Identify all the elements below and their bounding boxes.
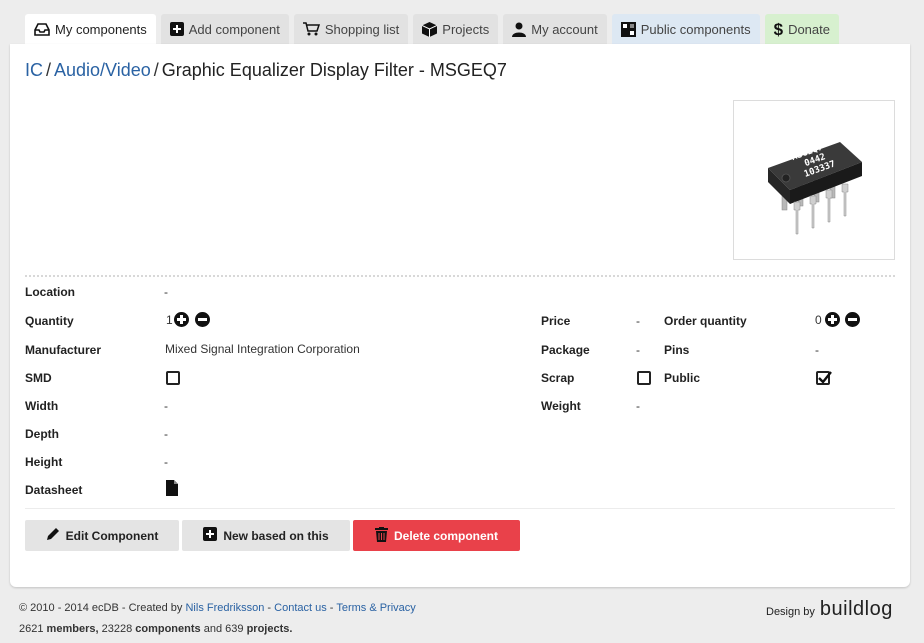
tab-projects[interactable]: Projects [413, 14, 499, 44]
tab-add-component[interactable]: Add component [160, 14, 289, 44]
button-label: Delete component [393, 528, 498, 543]
manufacturer-label: Manufacturer [25, 343, 102, 357]
order-quantity-increase-icon[interactable] [825, 312, 840, 327]
public-checkbox[interactable] [816, 371, 832, 385]
members-label: members, [46, 623, 99, 635]
pins-value: - [815, 343, 819, 357]
page-title: Graphic Equalizer Display Filter - MSGEQ… [161, 60, 507, 80]
contact-link[interactable]: Contact us [274, 602, 327, 614]
design-credit: Design by buildlog [766, 598, 893, 621]
depth-label: Depth [25, 427, 59, 441]
quantity-label: Quantity [25, 314, 74, 328]
button-label: New based on this [223, 528, 329, 543]
footer-stats: 2621 members, 23228 components and 639 p… [19, 623, 292, 635]
component-card: IC / Audio/Video / Graphic Equalizer Display… [10, 44, 910, 587]
smd-checkbox[interactable] [166, 371, 180, 385]
trash-icon [374, 526, 388, 545]
breadcrumb-ic[interactable]: IC [25, 60, 43, 80]
depth-value: - [164, 427, 168, 441]
pencil-icon [46, 527, 60, 544]
terms-link[interactable]: Terms & Privacy [336, 602, 415, 614]
location-label: Location [25, 285, 75, 299]
public-label: Public [664, 371, 701, 385]
quantity-value: 1 [166, 313, 173, 327]
scrap-label: Scrap [541, 371, 575, 385]
footer-separator: - [267, 602, 272, 614]
new-based-on-this-button[interactable]: New based on this [182, 520, 350, 551]
tab-my-account[interactable]: My account [503, 14, 607, 44]
and-text: and [203, 623, 223, 635]
weight-value: - [636, 399, 640, 413]
smd-label: SMD [25, 371, 52, 385]
breadcrumb-audio-video[interactable]: Audio/Video [54, 60, 151, 80]
buildlog-logo[interactable]: buildlog [820, 598, 893, 621]
breadcrumb-separator: / [153, 60, 159, 80]
dollar-icon: $ [773, 19, 784, 39]
price-value: - [636, 314, 640, 328]
tab-label: Donate [788, 21, 830, 37]
projects-count: 639 [225, 623, 244, 635]
tab-shopping-list[interactable]: Shopping list [293, 14, 409, 44]
breadcrumb: IC / Audio/Video / Graphic Equalizer Display… [25, 60, 507, 81]
copyright-text: © 2010 - 2014 ecDB - Created by [19, 602, 183, 614]
footer-separator: - [329, 602, 334, 614]
user-icon [512, 22, 527, 37]
breadcrumb-separator: / [46, 60, 52, 80]
members-count: 2621 [19, 623, 44, 635]
package-label: Package [541, 343, 590, 357]
grid-icon [620, 21, 636, 37]
order-quantity-value: 0 [815, 313, 822, 327]
tab-label: Add component [188, 21, 280, 37]
author-link[interactable]: Nils Fredriksson [185, 602, 264, 614]
width-value: - [164, 399, 168, 413]
design-by-text: Design by [766, 606, 815, 618]
edit-component-button[interactable]: Edit Component [25, 520, 179, 551]
plus-square-icon [169, 22, 184, 36]
chip-image: MSGEQ7 0442 103337 [768, 142, 862, 235]
quantity-decrease-icon[interactable] [195, 312, 210, 327]
file-icon[interactable] [166, 480, 178, 501]
pins-label: Pins [664, 343, 690, 357]
quantity-increase-icon[interactable] [174, 312, 189, 327]
tab-label: Projects [442, 21, 490, 37]
projects-label: projects. [246, 623, 293, 635]
actions-divider [25, 508, 895, 509]
location-value: - [164, 285, 168, 299]
cart-icon [302, 22, 320, 36]
scrap-checkbox[interactable] [637, 371, 651, 385]
order-quantity-decrease-icon[interactable] [845, 312, 860, 327]
delete-component-button[interactable]: Delete component [353, 520, 520, 551]
section-divider [25, 275, 895, 277]
inbox-icon [34, 22, 50, 36]
tab-my-components[interactable]: My components [25, 14, 156, 44]
tab-label: Shopping list [324, 21, 400, 37]
plus-square-icon [203, 527, 218, 544]
box-icon [422, 21, 438, 37]
height-value: - [164, 455, 168, 469]
main-tabs: My components Add component Shopping lis… [25, 14, 844, 44]
package-value: - [636, 343, 640, 357]
order-quantity-label: Order quantity [664, 314, 747, 328]
tab-public-components[interactable]: Public components [611, 14, 760, 44]
check-icon [818, 371, 832, 384]
price-label: Price [541, 314, 571, 328]
component-photo[interactable]: MSGEQ7 0442 103337 [733, 100, 895, 260]
footer-credits: © 2010 - 2014 ecDB - Created by Nils Fre… [19, 602, 416, 614]
height-label: Height [25, 455, 63, 469]
weight-label: Weight [541, 399, 581, 413]
components-label: components [135, 623, 201, 635]
manufacturer-value: Mixed Signal Integration Corporation [165, 342, 360, 356]
tab-label: My account [531, 21, 598, 37]
tab-label: My components [55, 21, 147, 37]
button-label: Edit Component [65, 528, 159, 543]
width-label: Width [25, 399, 59, 413]
components-count: 23228 [101, 623, 133, 635]
datasheet-label: Datasheet [25, 483, 83, 497]
tab-label: Public components [640, 21, 751, 37]
tab-donate[interactable]: $ Donate [764, 14, 839, 44]
